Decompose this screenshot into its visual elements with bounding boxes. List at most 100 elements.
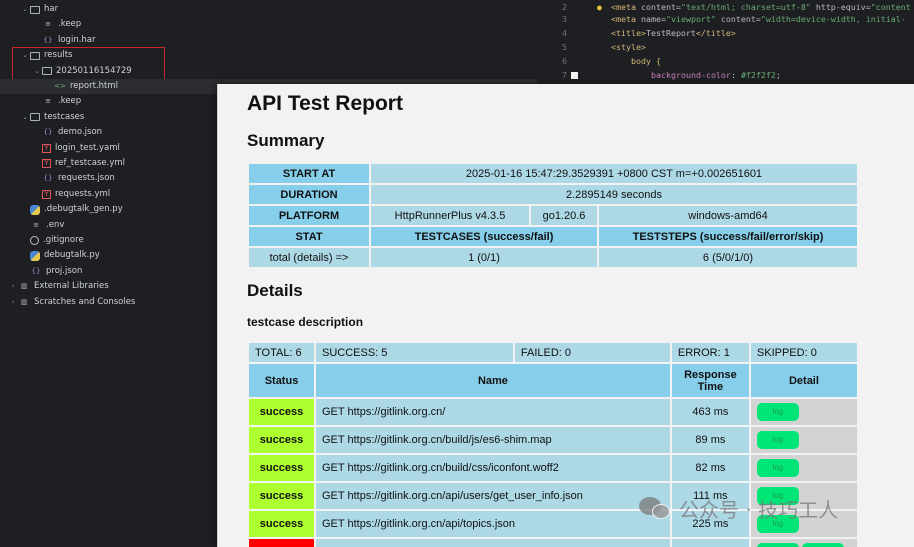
error-count: ERROR: 1 bbox=[669, 341, 751, 364]
start-at-label: START AT bbox=[247, 162, 371, 185]
tree-item-label: proj.json bbox=[46, 265, 83, 276]
chevron-icon[interactable]: ⌄ bbox=[20, 48, 30, 63]
code-line: 5 <style> bbox=[537, 40, 914, 54]
code-text: <meta name="viewport" content="width=dev… bbox=[611, 14, 906, 24]
code-text: background-color: #f2f2f2; bbox=[651, 70, 781, 80]
lib-icon: ▥ bbox=[20, 282, 28, 291]
code-text: <title>TestReport</title> bbox=[611, 28, 736, 38]
tree-item-label: External Libraries bbox=[34, 281, 109, 292]
step-name: GET https://gitlink.org.cn/build/css/ico… bbox=[314, 453, 672, 483]
tree-item[interactable]: › ▥ Scratches and Consoles bbox=[8, 295, 136, 310]
step-name: GET https://gitlink.org.cn/ bbox=[314, 397, 672, 427]
ignore-icon bbox=[30, 236, 39, 245]
tree-item-label: login_test.yaml bbox=[55, 142, 120, 153]
tree-item[interactable]: ≡ .env bbox=[20, 218, 64, 233]
platform-os: windows-amd64 bbox=[597, 204, 859, 227]
chevron-icon[interactable]: › bbox=[8, 279, 18, 294]
chevron-icon[interactable]: ⌄ bbox=[20, 110, 30, 125]
tree-item-label: login.har bbox=[58, 34, 96, 45]
summary-heading: Summary bbox=[247, 131, 325, 150]
duration-value: 2.2895149 seconds bbox=[369, 183, 859, 206]
table-row: success GET https://gitlink.org.cn/build/… bbox=[247, 453, 860, 483]
tree-item[interactable]: ≡ .keep bbox=[32, 94, 81, 109]
tree-item-label: testcases bbox=[44, 111, 85, 122]
code-editor[interactable]: 2 ● <meta content="text/html; charset=ut… bbox=[537, 0, 914, 90]
summary-table: START AT 2025-01-16 15:47:29.3529391 +08… bbox=[247, 162, 859, 269]
json-icon: {} bbox=[43, 128, 53, 137]
step-detail: log bbox=[748, 453, 860, 483]
watermark: 公众号 · 技巧工人 bbox=[639, 493, 838, 523]
platform-label: PLATFORM bbox=[247, 204, 371, 227]
log-button[interactable] bbox=[756, 543, 799, 547]
tree-item-label: .env bbox=[46, 219, 65, 230]
tree-item[interactable]: Yrequests.yml bbox=[32, 187, 110, 202]
tree-item[interactable]: {} proj.json bbox=[20, 264, 83, 279]
tree-item[interactable]: .gitignore bbox=[20, 233, 84, 248]
html-icon: <> bbox=[54, 82, 66, 90]
step-status: success bbox=[247, 509, 316, 539]
tree-item-label: debugtalk.py bbox=[44, 250, 100, 261]
tree-item[interactable]: {} login.har bbox=[32, 33, 96, 48]
tree-item[interactable]: {} requests.json bbox=[32, 171, 115, 186]
code-line: 6 body { bbox=[537, 54, 914, 68]
tree-item[interactable]: Ylogin_test.yaml bbox=[32, 141, 120, 156]
success-count: SUCCESS: 5 bbox=[314, 341, 515, 364]
tree-item[interactable]: ⌄ results bbox=[20, 48, 72, 63]
stat-label: STAT bbox=[247, 225, 371, 248]
step-status: success bbox=[247, 453, 316, 483]
tree-item[interactable]: ⌄ testcases bbox=[20, 110, 84, 125]
failed-count: FAILED: 0 bbox=[512, 341, 672, 364]
step-detail bbox=[748, 537, 860, 547]
total-label: total (details) => bbox=[247, 246, 371, 269]
lines-icon: ≡ bbox=[45, 97, 51, 106]
color-swatch-icon[interactable] bbox=[571, 72, 578, 79]
tree-item-label: report.html bbox=[70, 81, 119, 91]
folder-icon bbox=[30, 5, 40, 14]
report-title: API Test Report bbox=[247, 92, 403, 115]
line-number: 5 bbox=[562, 42, 567, 52]
detail-column-header: Detail bbox=[748, 362, 860, 399]
tree-item-label: ref_testcase.yml bbox=[55, 158, 126, 168]
tree-item[interactable]: › ▥ External Libraries bbox=[8, 279, 109, 294]
step-detail: log bbox=[748, 397, 860, 427]
tree-item[interactable]: Yref_testcase.yml bbox=[32, 156, 125, 171]
tree-item-label: .gitignore bbox=[43, 235, 84, 245]
step-status: success bbox=[247, 481, 316, 511]
log-button[interactable] bbox=[801, 543, 844, 547]
total-count: TOTAL: 6 bbox=[247, 341, 316, 364]
log-button[interactable]: log bbox=[756, 431, 799, 449]
screen: ⌄ har ≡ .keep{} login.har ⌄ results ⌄ 2025011615… bbox=[0, 0, 914, 547]
code-line: 4 <title>TestReport</title> bbox=[537, 26, 914, 40]
tree-item[interactable]: ⌄ har bbox=[20, 2, 58, 17]
tree-item[interactable]: ≡ .keep bbox=[32, 17, 81, 32]
platform-go: go1.20.6 bbox=[529, 204, 599, 227]
json-icon: {} bbox=[31, 266, 41, 275]
code-text: <style> bbox=[611, 42, 646, 52]
log-button[interactable]: log bbox=[756, 403, 799, 421]
tree-item[interactable]: ⌄ 20250116154729 bbox=[32, 64, 132, 79]
step-response-time: 463 ms bbox=[669, 397, 751, 427]
tree-item[interactable]: .debugtalk_gen.py bbox=[20, 202, 123, 217]
py-icon bbox=[30, 204, 40, 215]
tree-item-label: demo.json bbox=[58, 127, 103, 138]
wechat-icon bbox=[639, 495, 673, 521]
yaml-icon: Y bbox=[42, 159, 51, 168]
tree-item[interactable]: {} demo.json bbox=[32, 125, 103, 140]
chevron-icon[interactable]: ⌄ bbox=[32, 64, 42, 79]
step-name: GET https://gitlink.org.cn/build/js/es6-… bbox=[314, 425, 672, 455]
step-status: success bbox=[247, 397, 316, 427]
lines-icon: ≡ bbox=[33, 220, 39, 229]
log-button[interactable]: log bbox=[756, 459, 799, 477]
step-name: GET https://gitlink.org.cn/api/topics.js… bbox=[314, 509, 672, 539]
line-number: 6 bbox=[562, 56, 567, 66]
chevron-icon[interactable]: › bbox=[8, 295, 18, 310]
report-window: API Test Report Summary START AT 2025-01… bbox=[217, 84, 914, 547]
table-row: success GET https://gitlink.org.cn/build/… bbox=[247, 425, 860, 455]
line-number: 4 bbox=[562, 28, 567, 38]
step-response-time bbox=[669, 537, 751, 547]
json-icon: {} bbox=[43, 35, 53, 44]
table-row: success GET https://gitlink.org.cn/463 ms… bbox=[247, 397, 860, 427]
tree-item[interactable]: debugtalk.py bbox=[20, 248, 100, 263]
chevron-icon[interactable]: ⌄ bbox=[20, 2, 30, 17]
table-row bbox=[247, 537, 860, 547]
